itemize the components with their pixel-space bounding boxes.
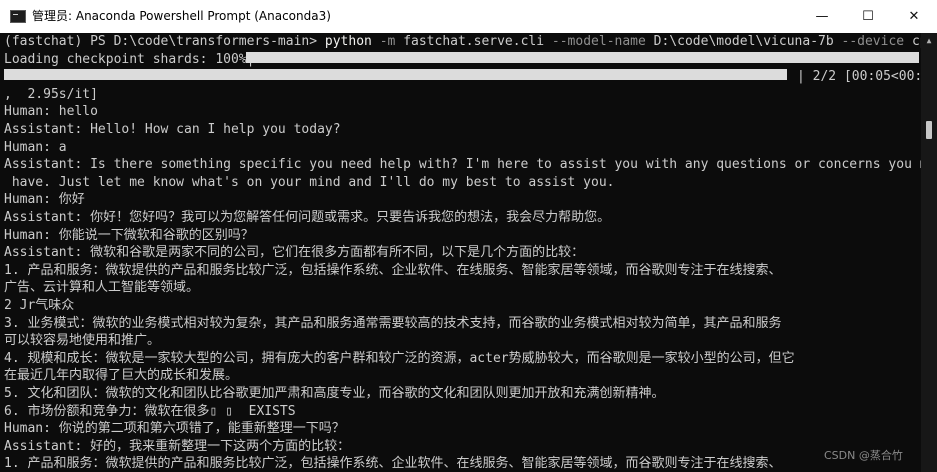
terminal-line: 1. 产品和服务：微软提供的产品和服务比较广泛，包括操作系统、企业软件、在线服务… [4,262,782,278]
terminal-line: 1. 产品和服务：微软提供的产品和服务比较广泛，包括操作系统、企业软件、在线服务… [4,456,782,472]
command-device: cpu [911,34,921,49]
shell-prompt: (fastchat) PS D:\code\transformers-main> [4,34,318,49]
command-module: fastchat.serve.cli [403,34,545,49]
maximize-button[interactable]: ☐ [845,0,891,33]
progress-bar-fill [4,69,787,80]
progress-bar-fill [246,52,919,63]
terminal-line: 6. 市场份额和竞争力：微软在很多▯ ▯ EXISTS [4,403,296,419]
progress-status: | 2/2 [00:05<00:00 [797,69,921,85]
terminal-line: Assistant: Hello! How can I help you tod… [4,122,341,137]
close-button[interactable]: ✕ [891,0,937,33]
terminal-line: Human: a [4,139,67,155]
vertical-scrollbar[interactable]: ▲ [921,33,937,472]
console-app-icon [10,10,26,23]
terminal-line: have. Just let me know what's on your mi… [4,174,615,190]
terminal-line: 4. 规模和成长：微软是一家较大型的公司，拥有庞大的客户群和较广泛的资源，act… [4,350,795,366]
command-model-path: D:\code\model\vicuna-7b [653,34,834,49]
terminal-line: Assistant: Is there something specific y… [4,157,921,173]
scroll-up-arrow-icon[interactable]: ▲ [921,33,937,49]
progress-rate: , 2.95s/it] [4,86,98,102]
terminal-line: 3. 业务模式：微软的业务模式相对较为复杂，其产品和服务通常需要较高的技术支持，… [4,315,782,331]
command-flag: -m [379,34,396,49]
terminal-output[interactable]: (fastchat) PS D:\code\transformers-main>… [0,33,921,472]
progress-label: Loading checkpoint shards: 100%| [4,51,255,67]
command-flag: --device [841,34,905,49]
title-bar: 管理员: Anaconda Powershell Prompt (Anacond… [0,0,937,33]
window-title: 管理员: Anaconda Powershell Prompt (Anacond… [32,9,331,23]
command-line: (fastchat) PS D:\code\transformers-main>… [4,33,921,51]
terminal-line: 广告、云计算和人工智能等领域。 [4,280,200,296]
scrollbar-thumb[interactable] [926,121,932,139]
command-name: python [324,34,372,49]
watermark: CSDN @蒸合竹 [824,449,903,462]
terminal-line: Human: hello [4,104,98,120]
terminal-line: 在最近几年内取得了巨大的成长和发展。 [4,368,239,384]
terminal-line: Assistant: 你好！您好吗？我可以为您解答任何问题或需求。只要告诉我您的… [4,210,611,225]
terminal-line: 5. 文化和团队：微软的文化和团队比谷歌更加严肃和高度专业，而谷歌的文化和团队则… [4,386,665,401]
command-flag: --model-name [551,34,646,49]
minimize-button[interactable]: — [799,0,845,33]
terminal-line: Assistant: 好的，我来重新整理一下这两个方面的比较： [4,438,351,454]
terminal-line: 可以较容易地使用和推广。 [4,333,161,349]
terminal-line: Human: 你说的第二项和第六项错了，能重新整理一下吗？ [4,421,345,437]
terminal-line: 2 Jr气味众 [4,298,75,313]
terminal-line: Assistant: 微软和谷歌是两家不同的公司，它们在很多方面都有所不同，以下… [4,245,585,261]
terminal-line: Human: 你好 [4,192,85,208]
terminal-line: Human: 你能说一下微软和谷歌的区别吗？ [4,227,254,243]
